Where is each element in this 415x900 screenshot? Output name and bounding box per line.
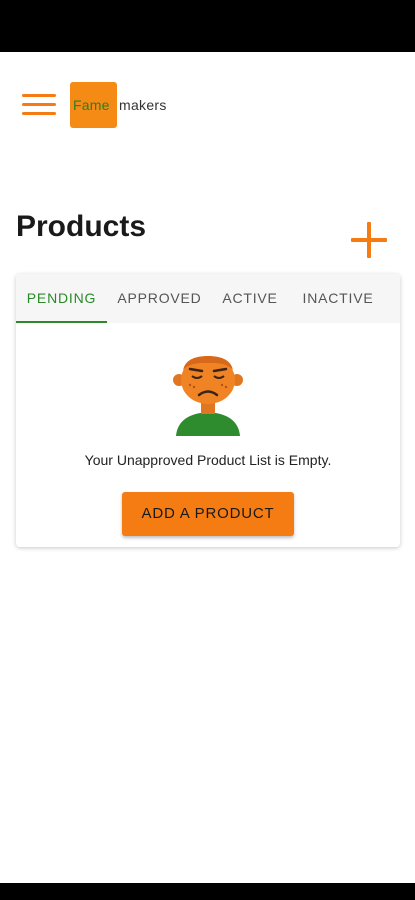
- system-navigation-bar: [0, 883, 415, 900]
- tab-active[interactable]: ACTIVE: [212, 274, 288, 323]
- sad-face-illustration: [173, 356, 243, 436]
- add-product-plus-icon[interactable]: [351, 222, 387, 258]
- hamburger-menu-icon[interactable]: [22, 92, 56, 118]
- tab-bar: PENDING APPROVED ACTIVE INACTIVE: [16, 274, 400, 323]
- status-bar: [0, 0, 415, 52]
- tab-pending[interactable]: PENDING: [16, 274, 107, 323]
- page-title: Products: [16, 210, 147, 243]
- logo-text-part1: Fame: [73, 97, 110, 113]
- logo-text-part2: makers: [119, 97, 167, 113]
- tab-inactive[interactable]: INACTIVE: [288, 274, 388, 323]
- add-product-button[interactable]: ADD A PRODUCT: [122, 492, 294, 536]
- empty-state-message: Your Unapproved Product List is Empty.: [84, 452, 332, 468]
- active-tab-indicator: [16, 321, 107, 323]
- tab-approved[interactable]: APPROVED: [107, 274, 212, 323]
- app-logo: Fame makers: [70, 82, 167, 128]
- products-card: PENDING APPROVED ACTIVE INACTIVE Your Un…: [16, 274, 400, 547]
